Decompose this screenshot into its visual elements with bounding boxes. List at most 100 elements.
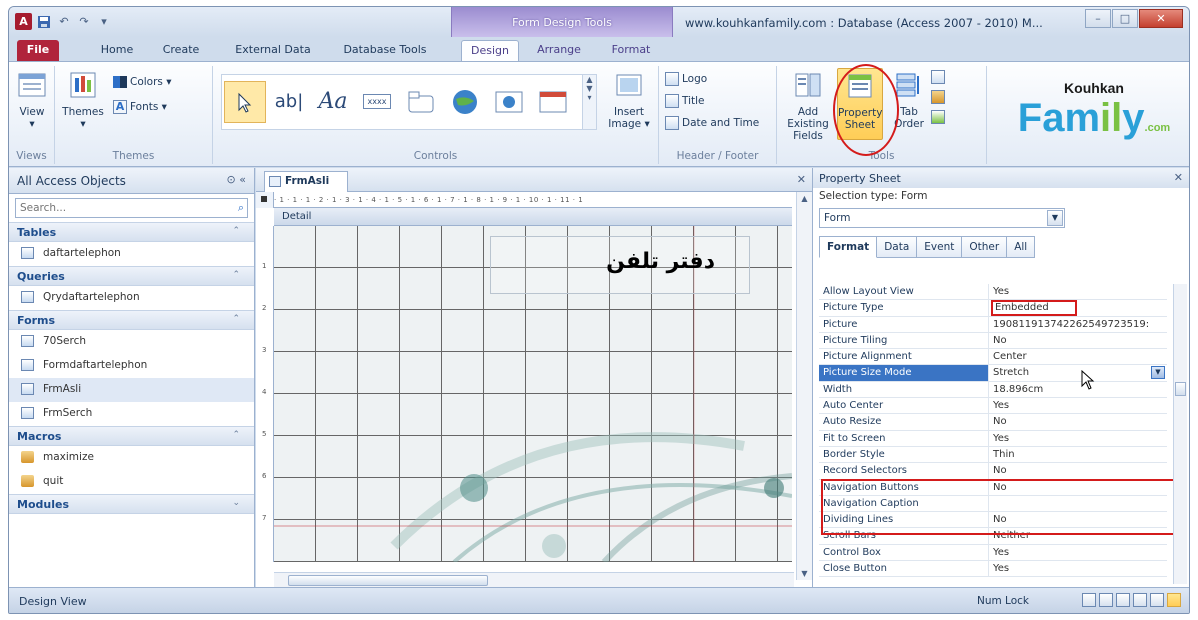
minimize-button[interactable]: – [1085,9,1111,28]
date-and-time-button[interactable]: Date and Time [665,116,759,130]
property-row[interactable]: Control Box Yes [819,544,1167,562]
tab-database-tools[interactable]: Database Tools [335,40,435,61]
ps-tab-other[interactable]: Other [962,236,1008,258]
tab-file[interactable]: File [17,40,59,61]
tab-home[interactable]: Home [95,40,139,61]
add-existing-fields-button[interactable]: Add Existing Fields [783,70,833,142]
label-icon[interactable]: Aa [312,81,354,123]
datasheet-view-icon[interactable] [1099,593,1113,607]
property-row[interactable]: Picture Tiling No [819,332,1167,350]
customize-icon[interactable]: ▾ [96,14,112,30]
subform-icon[interactable] [931,70,945,84]
ps-tab-format[interactable]: Format [819,236,878,258]
nav-search-input[interactable] [16,199,216,217]
nav-category-forms[interactable]: Forms ⌃ [9,310,254,330]
tab-external-data[interactable]: External Data [231,40,315,61]
design-vertical-scrollbar[interactable]: ▲ ▼ [796,192,812,580]
access-logo-icon[interactable]: A [15,13,32,30]
web-browser-icon[interactable] [488,81,530,123]
detail-grid[interactable]: دفتر تلفن [274,226,792,562]
design-horizontal-scrollbar[interactable] [274,572,794,588]
ps-tab-all[interactable]: All [1007,236,1036,258]
nav-category-modules[interactable]: Modules ⌄ [9,494,254,514]
close-button[interactable]: ✕ [1139,9,1183,28]
tab-design[interactable]: Design [461,40,519,61]
close-document-icon[interactable]: ✕ [797,173,806,186]
title-button[interactable]: Title [665,94,705,108]
undo-icon[interactable]: ↶ [56,14,72,30]
nav-item-maximize[interactable]: maximize [9,446,254,470]
nav-item-daftartelephon[interactable]: daftartelephon [9,242,254,266]
insert-image-button[interactable]: Insert Image ▾ [605,70,653,130]
search-icon[interactable]: ⌕ [238,201,244,215]
textbox-icon[interactable]: ab| [268,81,310,123]
vertical-ruler[interactable]: 1 2 3 4 5 6 7 [256,226,274,562]
code-icon[interactable] [931,90,945,104]
nav-item-70serch[interactable]: 70Serch [9,330,254,354]
convert-macros-icon[interactable] [931,110,945,124]
nav-item-frmserch[interactable]: FrmSerch [9,402,254,426]
redo-icon[interactable]: ↷ [76,14,92,30]
property-row[interactable]: Auto Resize No [819,414,1167,431]
document-tab-frmasli[interactable]: FrmAsli [264,171,348,192]
property-row[interactable]: Picture 190811913742262549723519: [819,316,1167,333]
nav-item-frmasli[interactable]: FrmAsli [9,378,254,402]
gallery-scrollbar[interactable]: ▲ ▼ ▾ [582,75,596,129]
property-sheet-scrollbar[interactable] [1173,284,1187,584]
tab-order-icon [896,73,919,97]
property-row[interactable]: Picture Alignment Center [819,349,1167,366]
navigation-icon[interactable] [532,81,574,123]
save-icon[interactable] [36,14,52,30]
themes-button[interactable]: Themes ▾ [61,70,105,130]
nav-category-tables[interactable]: Tables ⌃ [9,222,254,242]
ps-scroll-thumb[interactable] [1175,382,1186,396]
property-row[interactable]: Border Style Thin [819,446,1167,464]
select-icon[interactable] [224,81,266,123]
property-row[interactable]: Picture Type Embedded [819,300,1167,317]
close-property-sheet-icon[interactable]: ✕ [1174,171,1183,184]
ps-tab-data[interactable]: Data [877,236,918,258]
detail-section-bar[interactable]: Detail [274,208,792,226]
hyperlink-icon[interactable] [444,81,486,123]
window-controls: – □ ✕ [1085,9,1183,28]
design-view-icon[interactable] [1167,593,1181,607]
fonts-button[interactable]: A Fonts ▾ [113,100,167,114]
property-row[interactable]: Close Button Yes [819,561,1167,578]
property-row[interactable]: Width 18.896cm [819,381,1167,399]
form-view-icon[interactable] [1082,593,1096,607]
button-icon[interactable]: xxxx [356,81,398,123]
pivotchart-view-icon[interactable] [1133,593,1147,607]
horizontal-ruler[interactable]: · 1 · 1 · 1 · 2 · 1 · 3 · 1 · 4 · 1 · 5 … [274,192,792,208]
pivottable-view-icon[interactable] [1116,593,1130,607]
nav-category-macros[interactable]: Macros ⌃ [9,426,254,446]
nav-item-quit[interactable]: quit [9,470,254,494]
tab-format[interactable]: Format [603,40,659,61]
nav-item-qrydaftartelephon[interactable]: Qrydaftartelephon [9,286,254,310]
chevron-down-icon[interactable]: ▼ [1047,210,1063,226]
chevron-down-icon[interactable]: ▼ [1151,366,1165,380]
property-row[interactable]: Auto Center Yes [819,398,1167,415]
mouse-pointer-icon [1081,370,1095,390]
property-row[interactable]: Fit to Screen Yes [819,430,1167,447]
property-row-selected[interactable]: Picture Size Mode Stretch ▼ [819,365,1167,382]
logo-button[interactable]: Logo [665,72,707,86]
nav-pane-header[interactable]: All Access Objects ⊙ « [9,168,254,194]
object-selector[interactable]: Form ▼ [819,208,1065,228]
colors-button[interactable]: Colors ▾ [113,76,172,88]
maximize-button[interactable]: □ [1112,9,1138,28]
group-label-themes: Themes [112,150,155,162]
title-label-control[interactable]: دفتر تلفن [490,236,750,294]
tab-arrange[interactable]: Arrange [531,40,587,61]
nav-item-formdaftartelephon[interactable]: Formdaftartelephon [9,354,254,378]
hscroll-thumb[interactable] [288,575,488,586]
tab-create[interactable]: Create [157,40,205,61]
property-row[interactable]: Record Selectors No [819,463,1167,480]
view-button[interactable]: View ▾ [13,70,51,130]
form-selector[interactable] [256,192,274,208]
layout-view-icon[interactable] [1150,593,1164,607]
ps-tab-event[interactable]: Event [917,236,963,258]
nav-pane-menu-icon[interactable]: ⊙ « [227,173,246,186]
tab-control-icon[interactable] [400,81,442,123]
property-row[interactable]: Allow Layout View Yes [819,284,1167,301]
nav-category-queries[interactable]: Queries ⌃ [9,266,254,286]
